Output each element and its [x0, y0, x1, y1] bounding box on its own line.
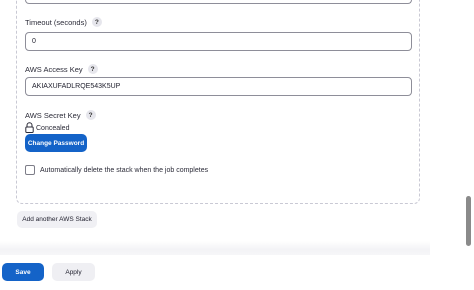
help-icon[interactable]: ? [87, 64, 98, 74]
save-button[interactable]: Save [2, 263, 44, 281]
access-key-input[interactable] [25, 77, 412, 96]
scrollbar-thumb[interactable] [466, 196, 471, 246]
auto-delete-row: Automatically delete the stack when the … [25, 164, 208, 176]
access-key-label-row: AWS Access Key ? [25, 63, 98, 75]
timeout-input[interactable] [25, 32, 412, 51]
auto-delete-checkbox[interactable] [25, 165, 35, 175]
help-icon[interactable]: ? [85, 110, 96, 120]
footer-divider [0, 241, 430, 255]
previous-input-field[interactable] [25, 0, 412, 4]
scrollbar-track[interactable] [462, 0, 474, 290]
secret-key-label: AWS Secret Key [25, 110, 81, 120]
secret-key-label-row: AWS Secret Key ? [25, 109, 96, 121]
timeout-label-row: Timeout (seconds) ? [25, 16, 102, 28]
access-key-label: AWS Access Key [25, 64, 83, 74]
apply-button[interactable]: Apply [52, 263, 95, 281]
concealed-text: Concealed [36, 124, 70, 132]
help-icon[interactable]: ? [91, 17, 102, 27]
timeout-label: Timeout (seconds) [25, 17, 87, 27]
auto-delete-label[interactable]: Automatically delete the stack when the … [40, 167, 208, 174]
change-password-button[interactable]: Change Password [25, 134, 87, 152]
lock-icon [25, 121, 34, 135]
add-aws-stack-button[interactable]: Add another AWS Stack [17, 211, 97, 228]
secret-key-status: Concealed [25, 121, 70, 135]
